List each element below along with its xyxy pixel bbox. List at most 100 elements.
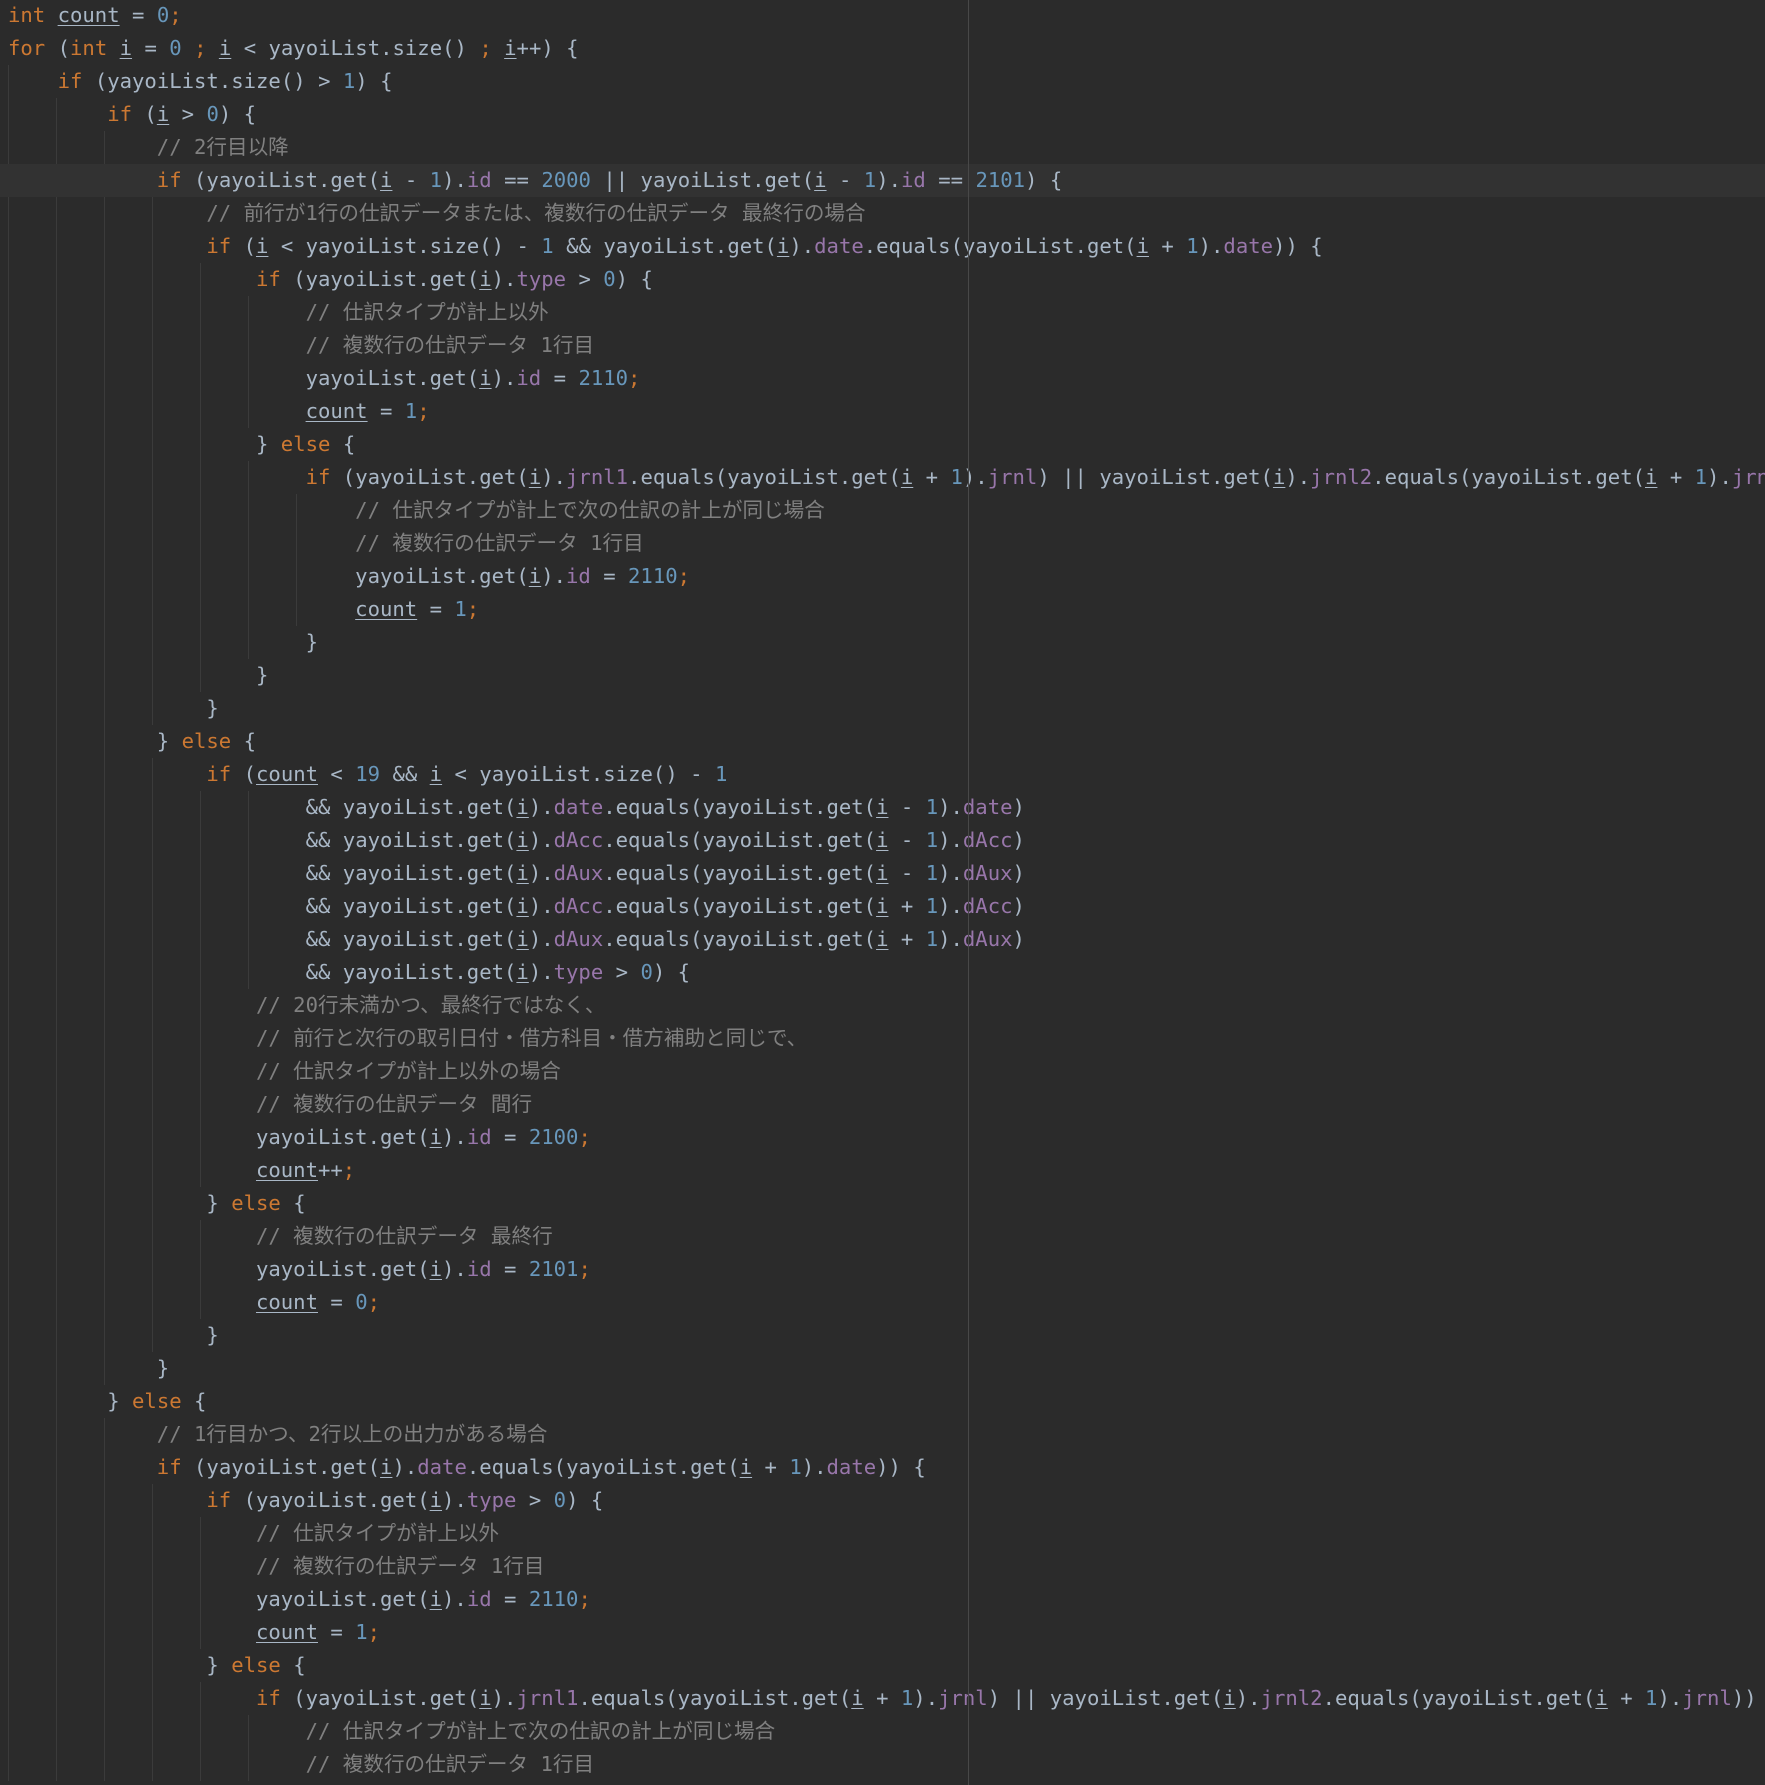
code-line-text: && yayoiList.get(i).date.equals(yayoiLis…	[305, 795, 1025, 819]
code-line-text: // 複数行の仕訳データ 1行目	[255, 1554, 545, 1578]
code-line-text: } else {	[107, 1389, 207, 1413]
code-line[interactable]: for (int i = 0 ; i < yayoiList.size() ; …	[0, 32, 1765, 65]
code-line-text: int count = 0;	[8, 3, 182, 27]
code-line[interactable]: && yayoiList.get(i).dAux.equals(yayoiLis…	[0, 857, 1765, 890]
code-line-text: if (yayoiList.size() > 1) {	[57, 69, 393, 93]
code-line[interactable]: }	[0, 626, 1765, 659]
code-line-text: yayoiList.get(i).id = 2110;	[255, 1587, 591, 1611]
code-line[interactable]: && yayoiList.get(i).date.equals(yayoiLis…	[0, 791, 1765, 824]
code-line-text: count++;	[255, 1158, 356, 1182]
code-line[interactable]: yayoiList.get(i).id = 2110;	[0, 1583, 1765, 1616]
code-line-text: yayoiList.get(i).id = 2110;	[305, 366, 641, 390]
code-line-text: // 複数行の仕訳データ 1行目	[305, 333, 595, 357]
code-line[interactable]: if (yayoiList.get(i - 1).id == 2000 || y…	[0, 164, 1765, 197]
code-line[interactable]: if (i < yayoiList.size() - 1 && yayoiLis…	[0, 230, 1765, 263]
code-line[interactable]: if (count < 19 && i < yayoiList.size() -…	[0, 758, 1765, 791]
code-line-text: if (yayoiList.get(i).jrnl1.equals(yayoiL…	[305, 465, 1765, 489]
code-line-text: if (i < yayoiList.size() - 1 && yayoiLis…	[206, 234, 1323, 258]
code-line-text: if (yayoiList.get(i).date.equals(yayoiLi…	[156, 1455, 926, 1479]
code-line[interactable]: // 複数行の仕訳データ 1行目	[0, 1550, 1765, 1583]
code-line[interactable]: }	[0, 1319, 1765, 1352]
code-line[interactable]: yayoiList.get(i).id = 2110;	[0, 362, 1765, 395]
code-line[interactable]: }	[0, 659, 1765, 692]
code-line-text: count = 1;	[255, 1620, 381, 1644]
code-line-text: }	[255, 663, 269, 687]
code-line-text: // 1行目かつ、2行以上の出力がある場合	[156, 1422, 548, 1446]
code-line[interactable]: && yayoiList.get(i).dAcc.equals(yayoiLis…	[0, 890, 1765, 923]
code-line-text: if (yayoiList.get(i).type > 0) {	[255, 267, 653, 291]
code-line-text: count = 1;	[355, 597, 480, 621]
code-line[interactable]: if (yayoiList.get(i).jrnl1.equals(yayoiL…	[0, 1682, 1765, 1715]
code-line[interactable]: yayoiList.get(i).id = 2100;	[0, 1121, 1765, 1154]
code-line[interactable]: // 複数行の仕訳データ 間行	[0, 1088, 1765, 1121]
code-line[interactable]: // 複数行の仕訳データ 1行目	[0, 329, 1765, 362]
code-line-text: yayoiList.get(i).id = 2110;	[355, 564, 691, 588]
code-line[interactable]: yayoiList.get(i).id = 2110;	[0, 560, 1765, 593]
code-line[interactable]: } else {	[0, 1187, 1765, 1220]
code-line[interactable]: int count = 0;	[0, 0, 1765, 32]
code-line[interactable]: && yayoiList.get(i).dAux.equals(yayoiLis…	[0, 923, 1765, 956]
code-line[interactable]: if (yayoiList.get(i).date.equals(yayoiLi…	[0, 1451, 1765, 1484]
code-line[interactable]: if (yayoiList.get(i).type > 0) {	[0, 1484, 1765, 1517]
code-line-text: // 20行未満かつ、最終行ではなく、	[255, 993, 606, 1017]
code-line[interactable]: // 前行が1行の仕訳データまたは、複数行の仕訳データ 最終行の場合	[0, 197, 1765, 230]
code-line[interactable]: // 1行目かつ、2行以上の出力がある場合	[0, 1418, 1765, 1451]
code-line[interactable]: // 仕訳タイプが計上以外	[0, 1517, 1765, 1550]
code-line-text: && yayoiList.get(i).dAux.equals(yayoiLis…	[305, 861, 1025, 885]
code-line[interactable]: count = 0;	[0, 1286, 1765, 1319]
code-line[interactable]: // 仕訳タイプが計上以外の場合	[0, 1055, 1765, 1088]
code-line[interactable]: }	[0, 1352, 1765, 1385]
code-line-text: // 複数行の仕訳データ 1行目	[305, 1752, 595, 1776]
code-line-text: // 仕訳タイプが計上以外	[255, 1521, 500, 1545]
code-line-text: && yayoiList.get(i).dAcc.equals(yayoiLis…	[305, 828, 1025, 852]
code-line[interactable]: } else {	[0, 428, 1765, 461]
code-line[interactable]: // 仕訳タイプが計上で次の仕訳の計上が同じ場合	[0, 1715, 1765, 1748]
code-line[interactable]: && yayoiList.get(i).dAcc.equals(yayoiLis…	[0, 824, 1765, 857]
code-line[interactable]: // 複数行の仕訳データ 1行目	[0, 527, 1765, 560]
code-editor[interactable]: int count = 0; for (int i = 0 ; i < yayoi…	[0, 0, 1765, 1785]
code-line-text: && yayoiList.get(i).type > 0) {	[305, 960, 691, 984]
code-line[interactable]: yayoiList.get(i).id = 2101;	[0, 1253, 1765, 1286]
code-line[interactable]: } else {	[0, 1385, 1765, 1418]
code-line[interactable]: } else {	[0, 1649, 1765, 1682]
code-line-text: if (yayoiList.get(i).jrnl1.equals(yayoiL…	[255, 1686, 1757, 1710]
code-line-text: if (yayoiList.get(i - 1).id == 2000 || y…	[156, 168, 1063, 192]
code-line[interactable]: // 20行未満かつ、最終行ではなく、	[0, 989, 1765, 1022]
code-line-text: && yayoiList.get(i).dAux.equals(yayoiLis…	[305, 927, 1025, 951]
code-line-text: }	[206, 696, 219, 720]
code-line-text: && yayoiList.get(i).dAcc.equals(yayoiLis…	[305, 894, 1025, 918]
code-line-text: } else {	[156, 729, 257, 753]
code-line-text: // 前行が1行の仕訳データまたは、複数行の仕訳データ 最終行の場合	[206, 201, 866, 225]
code-line-text: if (i > 0) {	[107, 102, 257, 126]
code-line[interactable]: // 仕訳タイプが計上以外	[0, 296, 1765, 329]
code-line[interactable]: // 複数行の仕訳データ 最終行	[0, 1220, 1765, 1253]
code-line[interactable]: // 前行と次行の取引日付・借方科目・借方補助と同じで、	[0, 1022, 1765, 1055]
code-line-text: // 複数行の仕訳データ 最終行	[255, 1224, 553, 1248]
code-line[interactable]: count++;	[0, 1154, 1765, 1187]
code-line-text: }	[206, 1323, 219, 1347]
code-line-text: // 仕訳タイプが計上以外の場合	[255, 1059, 561, 1083]
code-line-text: // 仕訳タイプが計上で次の仕訳の計上が同じ場合	[305, 1719, 776, 1743]
code-line[interactable]: if (i > 0) {	[0, 98, 1765, 131]
code-line[interactable]: if (yayoiList.get(i).type > 0) {	[0, 263, 1765, 296]
code-line-text: }	[156, 1356, 170, 1380]
code-line-text: if (count < 19 && i < yayoiList.size() -…	[206, 762, 728, 786]
code-line-text: // 複数行の仕訳データ 間行	[255, 1092, 533, 1116]
code-line-text: } else {	[206, 1191, 306, 1215]
code-line-text: // 複数行の仕訳データ 1行目	[355, 531, 644, 555]
code-line[interactable]: // 仕訳タイプが計上で次の仕訳の計上が同じ場合	[0, 494, 1765, 527]
code-line-text: if (yayoiList.get(i).type > 0) {	[206, 1488, 604, 1512]
code-line[interactable]: count = 1;	[0, 593, 1765, 626]
code-line[interactable]: count = 1;	[0, 1616, 1765, 1649]
code-line[interactable]: }	[0, 692, 1765, 725]
code-line-text: count = 1;	[305, 399, 430, 423]
code-line-text: // 仕訳タイプが計上以外	[305, 300, 549, 324]
code-line[interactable]: if (yayoiList.get(i).jrnl1.equals(yayoiL…	[0, 461, 1765, 494]
code-line[interactable]: } else {	[0, 725, 1765, 758]
code-line[interactable]: count = 1;	[0, 395, 1765, 428]
code-line[interactable]: // 複数行の仕訳データ 1行目	[0, 1748, 1765, 1781]
code-line[interactable]: // 2行目以降	[0, 131, 1765, 164]
code-line[interactable]: && yayoiList.get(i).type > 0) {	[0, 956, 1765, 989]
code-line[interactable]: if (yayoiList.size() > 1) {	[0, 65, 1765, 98]
code-line-text: // 前行と次行の取引日付・借方科目・借方補助と同じで、	[255, 1026, 808, 1050]
